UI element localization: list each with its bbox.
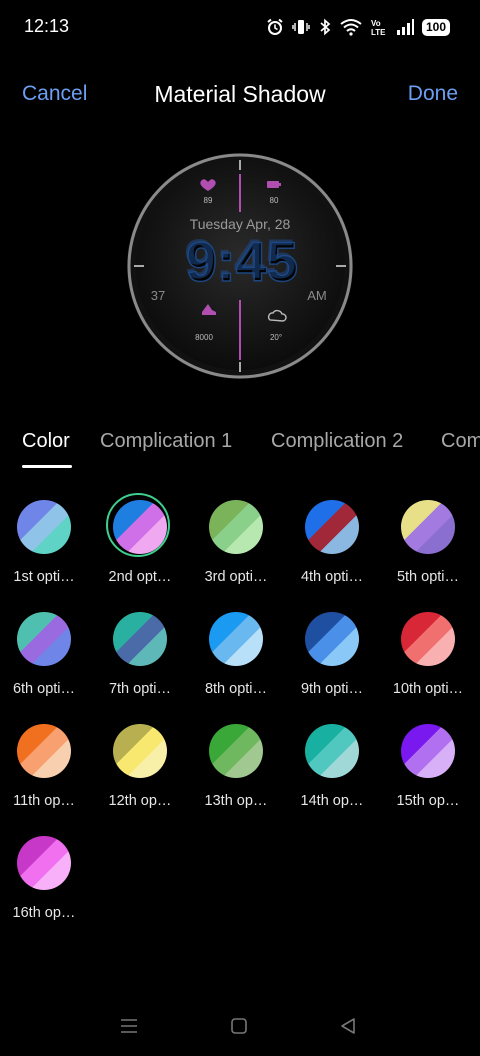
steps-value: 8000 <box>195 333 213 342</box>
watch-time-shadow: 9:45 <box>184 227 296 290</box>
color-option-label: 10th opti… <box>392 681 464 697</box>
color-option[interactable]: 16th op… <box>0 832 90 932</box>
color-swatch <box>113 724 167 778</box>
color-option[interactable]: 13th op… <box>190 720 282 820</box>
navigation-bar <box>0 1000 480 1056</box>
color-option-label: 4th opti… <box>300 569 364 585</box>
tab-color[interactable]: Color <box>22 430 70 453</box>
tab-bar: Color Complication 1 Complication 2 Com <box>0 424 480 474</box>
color-option[interactable]: 5th opti… <box>382 496 474 596</box>
color-option[interactable]: 6th opti… <box>0 608 90 708</box>
done-button[interactable]: Done <box>408 82 458 106</box>
active-tab-indicator <box>22 465 72 468</box>
color-option[interactable]: 10th opti… <box>382 608 474 708</box>
menu-nav-icon[interactable] <box>119 1016 139 1036</box>
weather-value: 20° <box>270 333 282 342</box>
color-option-label: 1st opti… <box>13 569 75 585</box>
color-option[interactable]: 14th op… <box>286 720 378 820</box>
watch-face-preview: 89 80 Tuesday Apr, 28 9:45 9:45 37 AM 80… <box>126 152 354 380</box>
watch-ampm: AM <box>307 288 327 303</box>
heart-rate-value: 89 <box>204 196 213 205</box>
color-swatch <box>113 500 167 554</box>
color-option-label: 8th opti… <box>204 681 268 697</box>
svg-text:Vo: Vo <box>371 19 381 28</box>
battery-level-value: 80 <box>270 196 279 205</box>
watch-left-number: 37 <box>151 288 165 303</box>
tab-complication-2[interactable]: Complication 2 <box>271 430 403 453</box>
watch-face-graphic: 89 80 Tuesday Apr, 28 9:45 9:45 37 AM 80… <box>127 153 353 379</box>
home-nav-icon[interactable] <box>229 1016 249 1036</box>
color-option-label: 15th op… <box>396 793 460 809</box>
color-swatch <box>401 500 455 554</box>
color-option-label: 7th opti… <box>108 681 172 697</box>
alarm-icon <box>267 18 283 35</box>
svg-text:LTE: LTE <box>371 28 386 36</box>
color-swatch <box>17 836 71 890</box>
status-icons: Vo LTE 100 <box>266 16 450 38</box>
color-option-label: 9th opti… <box>300 681 364 697</box>
header-bar: Cancel Material Shadow Done <box>0 72 480 118</box>
bluetooth-icon <box>320 18 331 36</box>
color-option-label: 6th opti… <box>12 681 76 697</box>
color-option-label: 12th op… <box>108 793 172 809</box>
color-swatch <box>17 724 71 778</box>
battery-indicator: 100 <box>421 18 450 36</box>
tab-complication-1[interactable]: Complication 1 <box>100 430 232 453</box>
color-swatch <box>17 612 71 666</box>
tab-complication-3[interactable]: Com <box>441 430 480 453</box>
color-option[interactable]: 12th op… <box>94 720 186 820</box>
color-swatch <box>401 724 455 778</box>
color-option-label: 5th opti… <box>396 569 460 585</box>
color-option[interactable]: 2nd opt… <box>94 493 186 596</box>
color-option[interactable]: 15th op… <box>382 720 474 820</box>
color-option[interactable]: 3rd opti… <box>190 496 282 596</box>
color-option[interactable]: 1st opti… <box>0 496 90 596</box>
battery-small-icon <box>267 181 279 188</box>
color-option-label: 2nd opt… <box>108 569 172 585</box>
color-swatch <box>209 612 263 666</box>
color-option[interactable]: 7th opti… <box>94 608 186 708</box>
color-option-label: 14th op… <box>300 793 364 809</box>
color-option-label: 11th op… <box>13 793 75 809</box>
color-option[interactable]: 9th opti… <box>286 608 378 708</box>
signal-icon <box>396 19 414 35</box>
back-nav-icon[interactable] <box>338 1016 358 1036</box>
color-swatch <box>401 612 455 666</box>
color-swatch <box>305 500 359 554</box>
status-time: 12:13 <box>24 16 70 36</box>
wifi-icon <box>340 19 362 36</box>
volte-icon: Vo LTE <box>371 19 386 36</box>
color-swatch <box>305 612 359 666</box>
color-option[interactable]: 4th opti… <box>286 496 378 596</box>
vibrate-icon <box>292 20 310 34</box>
color-swatch <box>113 612 167 666</box>
color-option-label: 3rd opti… <box>204 569 268 585</box>
color-swatch <box>209 500 263 554</box>
color-swatch <box>305 724 359 778</box>
status-bar: 12:13 Vo LTE 100 <box>0 0 480 52</box>
color-option-label: 16th op… <box>12 905 76 921</box>
color-option[interactable]: 8th opti… <box>190 608 282 708</box>
color-option-label: 13th op… <box>204 793 268 809</box>
color-option[interactable]: 11th op… <box>0 720 90 820</box>
color-swatch <box>17 500 71 554</box>
color-swatch <box>209 724 263 778</box>
